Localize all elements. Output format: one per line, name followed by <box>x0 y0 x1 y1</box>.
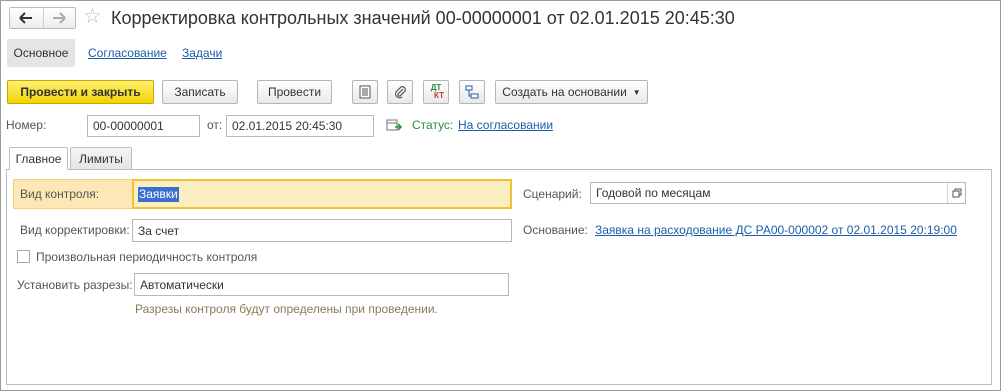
number-field[interactable]: 00-00000001 <box>87 115 200 137</box>
navigation-buttons <box>9 7 76 29</box>
control-type-value: Заявки <box>138 186 179 202</box>
save-button[interactable]: Записать <box>162 80 238 104</box>
correction-type-field[interactable]: За счет <box>132 219 512 242</box>
basis-link[interactable]: Заявка на расходование ДС РА00-000002 от… <box>595 223 957 237</box>
chevron-down-icon: ▼ <box>632 87 641 97</box>
number-label: Номер: <box>6 118 47 132</box>
forward-button[interactable] <box>42 8 76 28</box>
hierarchy-icon <box>465 85 479 99</box>
set-sections-field[interactable]: Автоматически <box>134 273 509 296</box>
create-based-on-label: Создать на основании <box>502 85 627 99</box>
tab-main[interactable]: Главное <box>9 147 68 170</box>
dt-kt-button[interactable]: ДТ КТ <box>423 80 449 104</box>
arbitrary-period-label: Произвольная периодичность контроля <box>36 250 258 264</box>
section-approval-link[interactable]: Согласование <box>88 46 167 60</box>
arbitrary-period-checkbox[interactable] <box>17 250 30 263</box>
basis-label: Основание: <box>523 223 588 237</box>
status-link[interactable]: На согласовании <box>458 118 553 132</box>
date-field[interactable]: 02.01.2015 20:45:30 <box>226 115 374 137</box>
tab-limits[interactable]: Лимиты <box>70 147 132 169</box>
kt-label: КТ <box>434 91 444 100</box>
back-button[interactable] <box>10 8 43 28</box>
control-type-field[interactable]: Заявки <box>132 179 512 209</box>
calendar-icon[interactable] <box>386 118 403 135</box>
favorite-star-icon[interactable]: ☆ <box>83 4 102 30</box>
section-tasks-link[interactable]: Задачи <box>182 46 222 60</box>
attach-files-button[interactable] <box>387 80 413 104</box>
post-button[interactable]: Провести <box>257 80 332 104</box>
set-sections-hint: Разрезы контроля будут определены при пр… <box>135 302 438 316</box>
create-based-on-dropdown[interactable]: Создать на основании ▼ <box>495 80 648 104</box>
scenario-label: Сценарий: <box>523 187 582 201</box>
document-window: ☆ Корректировка контрольных значений 00-… <box>0 0 1001 391</box>
status-label: Статус: <box>412 118 454 132</box>
open-window-icon <box>952 188 961 198</box>
correction-type-label: Вид корректировки: <box>20 223 130 237</box>
date-label: от: <box>207 118 223 132</box>
paperclip-icon <box>394 86 406 99</box>
post-and-close-button[interactable]: Провести и закрыть <box>7 80 154 104</box>
page-title: Корректировка контрольных значений 00-00… <box>111 8 735 28</box>
document-list-icon <box>359 85 371 99</box>
report-button[interactable] <box>352 80 378 104</box>
section-main[interactable]: Основное <box>7 39 75 67</box>
control-type-label: Вид контроля: <box>20 187 100 201</box>
scenario-value: Годовой по месяцам <box>596 186 711 200</box>
set-sections-label: Установить разрезы: <box>17 278 133 292</box>
open-scenario-button[interactable] <box>947 183 965 203</box>
structure-button[interactable] <box>459 80 485 104</box>
scenario-field[interactable]: Годовой по месяцам <box>590 182 966 204</box>
arrow-left-icon <box>19 12 33 24</box>
arrow-right-icon <box>53 12 66 24</box>
